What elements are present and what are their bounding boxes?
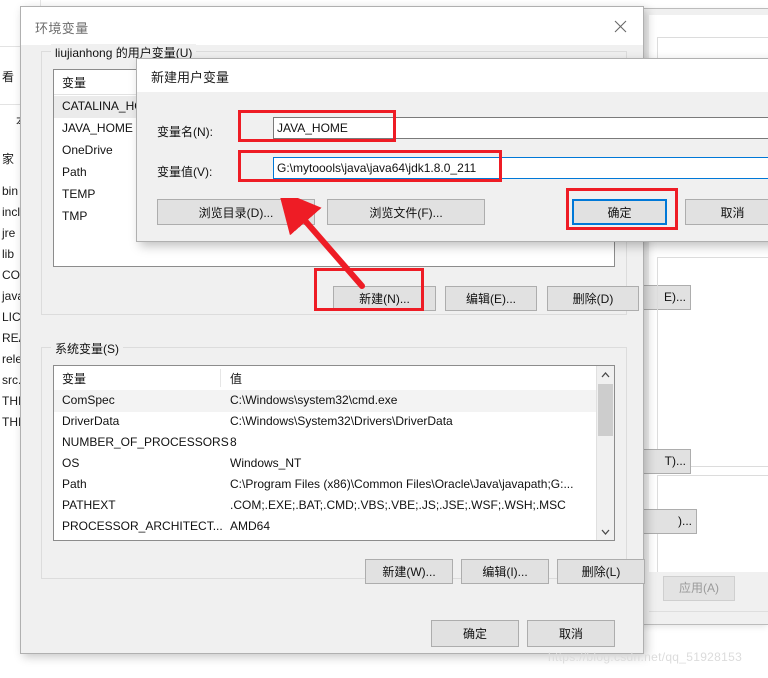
- newvar-dialog-title: 新建用户变量: [151, 70, 230, 85]
- table-row[interactable]: NUMBER_OF_PROCESSORS 8: [54, 432, 614, 454]
- cell-variable-name: Path: [62, 165, 87, 179]
- cell-variable-name: PATHEXT: [62, 498, 116, 512]
- background-button-more[interactable]: )...: [635, 509, 697, 534]
- explorer-file-item[interactable]: src.: [2, 373, 21, 387]
- cell-variable-value: 8: [230, 435, 237, 449]
- dialog-title: 环境变量: [35, 21, 89, 36]
- newvar-titlebar: 新建用户变量: [137, 59, 768, 92]
- system-variables-listview[interactable]: 变量 值 ComSpec C:\Windows\system32\cmd.exe…: [53, 365, 615, 541]
- listview-header: 变量 值: [54, 366, 614, 391]
- apply-button[interactable]: 应用(A): [663, 576, 735, 601]
- table-row[interactable]: DriverData C:\Windows\System32\Drivers\D…: [54, 411, 614, 433]
- cell-variable-value: C:\Windows\System32\Drivers\DriverData: [230, 414, 453, 428]
- cell-variable-name: TMP: [62, 209, 88, 223]
- explorer-glyph: 看: [2, 70, 15, 84]
- vertical-scrollbar[interactable]: [596, 366, 614, 540]
- dialog-titlebar: 环境变量: [21, 7, 643, 45]
- table-row[interactable]: PROCESSOR_ARCHITECT... AMD64: [54, 516, 614, 538]
- annotation-arrow-icon: [280, 198, 365, 289]
- new-user-variable-dialog: 新建用户变量 变量名(N): JAVA_HOME 变量值(V): G:\myto…: [136, 58, 768, 242]
- table-row[interactable]: Path C:\Program Files (x86)\Common Files…: [54, 474, 614, 496]
- explorer-file-item[interactable]: jre: [2, 226, 15, 240]
- watermark-text: https://blog.csdn.net/qq_51928153: [548, 650, 743, 664]
- system-edit-button[interactable]: 编辑(I)...: [461, 559, 549, 584]
- variable-value-input[interactable]: G:\mytoools\java\java64\jdk1.8.0_211: [273, 157, 768, 179]
- table-row[interactable]: PATHEXT .COM;.EXE;.BAT;.CMD;.VBS;.VBE;.J…: [54, 495, 614, 517]
- cell-variable-name: Path: [62, 477, 87, 491]
- explorer-file-item[interactable]: THI: [2, 415, 21, 429]
- cell-variable-value: AMD64: [230, 519, 271, 533]
- column-header-value[interactable]: 值: [230, 370, 242, 387]
- column-header-name[interactable]: 变量: [62, 74, 86, 91]
- close-icon[interactable]: [597, 7, 643, 45]
- divider: [649, 611, 768, 612]
- newvar-ok-button[interactable]: 确定: [572, 199, 667, 225]
- cell-variable-name: OS: [62, 456, 80, 470]
- explorer-file-item[interactable]: rele: [2, 352, 22, 366]
- scroll-down-icon[interactable]: [597, 523, 614, 540]
- variable-value-label: 变量值(V):: [157, 165, 213, 179]
- cell-variable-name: DriverData: [62, 414, 120, 428]
- background-groupbox: [657, 257, 768, 467]
- cell-variable-value: C:\Windows\system32\cmd.exe: [230, 393, 398, 407]
- scrollbar-thumb[interactable]: [598, 384, 613, 436]
- cell-variable-name: NUMBER_OF_PROCESSORS: [62, 435, 229, 449]
- table-row[interactable]: OS Windows_NT: [54, 453, 614, 475]
- user-edit-button[interactable]: 编辑(E)...: [445, 286, 537, 311]
- system-delete-button[interactable]: 删除(L): [557, 559, 645, 584]
- cell-variable-value: C:\Program Files (x86)\Common Files\Orac…: [230, 477, 574, 491]
- explorer-file-item[interactable]: incl: [2, 205, 20, 219]
- cell-variable-name: ComSpec: [62, 393, 115, 407]
- cell-variable-name: OneDrive: [62, 143, 113, 157]
- explorer-file-item[interactable]: bin: [2, 184, 18, 198]
- column-separator[interactable]: [220, 369, 221, 387]
- dialog-ok-button[interactable]: 确定: [431, 620, 519, 647]
- system-new-button[interactable]: 新建(W)...: [365, 559, 453, 584]
- cell-variable-name: JAVA_HOME: [62, 121, 133, 135]
- column-header-name[interactable]: 变量: [62, 370, 86, 387]
- explorer-glyph: 家: [2, 152, 15, 166]
- system-variables-label: 系统变量(S): [51, 340, 123, 357]
- background-apply-bar: 应用(A): [649, 572, 768, 606]
- variable-name-label: 变量名(N):: [157, 125, 213, 139]
- cell-variable-value: Windows_NT: [230, 456, 302, 470]
- scroll-up-icon[interactable]: [597, 366, 614, 383]
- explorer-file-item[interactable]: THI: [2, 394, 21, 408]
- cell-variable-value: .COM;.EXE;.BAT;.CMD;.VBS;.VBE;.JS;.JSE;.…: [230, 498, 566, 512]
- table-row[interactable]: ComSpec C:\Windows\system32\cmd.exe: [54, 390, 614, 412]
- cell-variable-name: TEMP: [62, 187, 96, 201]
- user-delete-button[interactable]: 删除(D): [547, 286, 639, 311]
- explorer-file-item[interactable]: lib: [2, 247, 14, 261]
- variable-name-input[interactable]: JAVA_HOME: [273, 117, 768, 139]
- newvar-cancel-button[interactable]: 取消: [685, 199, 768, 225]
- dialog-cancel-button[interactable]: 取消: [527, 620, 615, 647]
- cell-variable-name: PROCESSOR_ARCHITECT...: [62, 519, 223, 533]
